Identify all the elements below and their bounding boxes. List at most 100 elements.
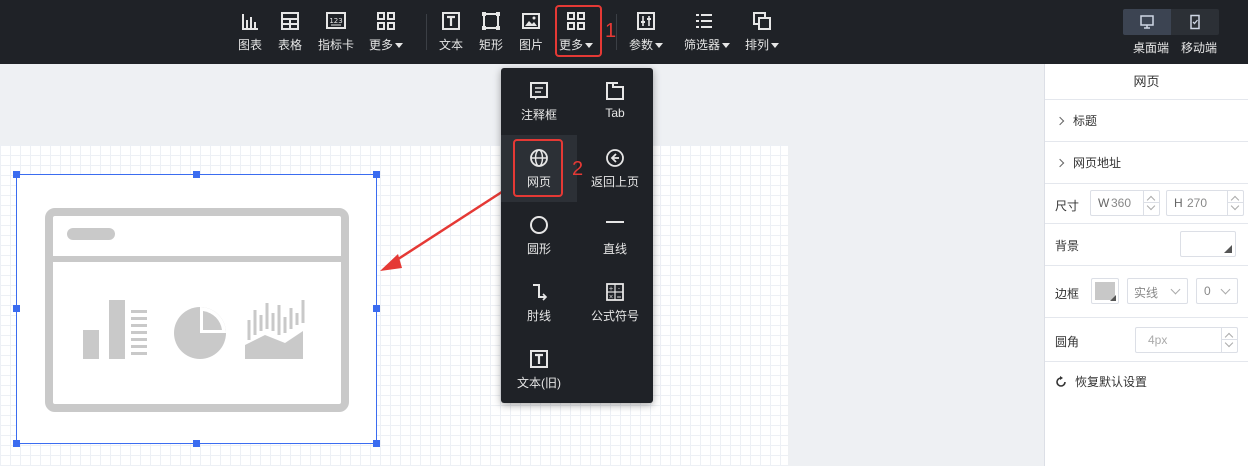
height-stepper[interactable]	[1227, 191, 1244, 215]
border-width-value: 0	[1204, 284, 1211, 298]
webpage-widget[interactable]	[16, 174, 377, 444]
border-color-picker[interactable]	[1091, 278, 1119, 304]
reset-icon	[1056, 376, 1066, 387]
resize-handle[interactable]	[373, 171, 380, 178]
menu-item-text-legacy[interactable]: 文本(旧)	[501, 336, 577, 403]
toolbar-metric-card-button[interactable]: 123 指标卡	[316, 10, 356, 56]
reset-defaults-button[interactable]: 恢复默认设置	[1055, 373, 1147, 390]
radius-label: 圆角	[1055, 335, 1080, 349]
resize-handle[interactable]	[373, 440, 380, 447]
caret-down-icon	[655, 43, 663, 49]
resize-handle[interactable]	[13, 440, 20, 447]
tab-icon	[606, 82, 624, 100]
radius-stepper[interactable]	[1221, 328, 1238, 352]
menu-item-formula[interactable]: + - × = 公式符号	[577, 269, 653, 336]
metric-card-icon: 123	[326, 12, 346, 29]
radius-input[interactable]: 4px	[1135, 327, 1238, 353]
caret-down-icon	[771, 43, 779, 49]
webpage-placeholder-icon	[45, 208, 349, 412]
menu-item-annotation[interactable]: 注释框	[501, 68, 577, 135]
toolbar-params-button[interactable]: 参数	[626, 10, 666, 56]
menu-item-text-legacy-label: 文本(旧)	[517, 376, 561, 390]
menu-item-tab[interactable]: Tab	[577, 68, 653, 135]
svg-text:-: -	[618, 286, 620, 293]
background-color-picker[interactable]	[1180, 231, 1236, 257]
annotation-icon	[530, 82, 548, 100]
circle-icon	[530, 216, 548, 234]
height-prefix: H	[1174, 196, 1183, 210]
menu-item-back-label: 返回上页	[590, 175, 639, 189]
toolbar-chart-label: 图表	[237, 38, 262, 52]
section-title-label: 标题	[1073, 114, 1098, 128]
grid-icon	[377, 12, 395, 30]
back-icon	[606, 149, 624, 167]
stepper-down-icon	[1230, 201, 1240, 211]
desktop-mode-label: 桌面端	[1133, 41, 1170, 55]
annotation-step-1: 1	[605, 20, 617, 42]
toolbar-text-label: 文本	[438, 38, 463, 52]
section-url-label: 网页地址	[1073, 156, 1122, 170]
chevron-down-icon	[1170, 284, 1181, 295]
height-input[interactable]: H 270	[1166, 190, 1244, 216]
section-title[interactable]: 标题	[1045, 100, 1248, 142]
menu-item-elbow-line[interactable]: 肘线	[501, 269, 577, 336]
mobile-mode-label: 移动端	[1181, 41, 1218, 55]
background-label: 背景	[1055, 239, 1080, 253]
menu-item-circle[interactable]: 圆形	[501, 202, 577, 269]
toolbar-params-label: 参数	[628, 38, 653, 52]
top-toolbar: 图表 表格 123 指标卡 更多 文本 矩形 图片 更多 1 参数 筛选器 排列…	[0, 0, 1248, 64]
toolbar-table-button[interactable]: 表格	[270, 10, 310, 56]
size-label: 尺寸	[1055, 199, 1080, 213]
border-width-select[interactable]: 0	[1196, 278, 1238, 304]
mobile-icon	[1190, 14, 1200, 30]
reset-defaults-label: 恢复默认设置	[1075, 375, 1148, 389]
chevron-right-icon	[1055, 116, 1065, 126]
size-row: 尺寸 W 360 H 270	[1045, 184, 1248, 224]
resize-handle[interactable]	[13, 305, 20, 312]
svg-text:123: 123	[329, 17, 342, 25]
image-icon	[522, 13, 540, 29]
resize-handle[interactable]	[193, 171, 200, 178]
text-icon	[530, 350, 548, 368]
width-input[interactable]: W 360	[1090, 190, 1160, 216]
toolbar-more-label-1: 更多	[368, 38, 393, 52]
toolbar-arrange-button[interactable]: 排列	[742, 10, 782, 56]
radius-row: 圆角 4px	[1045, 318, 1248, 362]
border-style-select[interactable]: 实线	[1127, 278, 1188, 304]
toolbar-more-button-1[interactable]: 更多	[366, 10, 406, 56]
toolbar-chart-button[interactable]: 图表	[230, 10, 270, 56]
stepper-down-icon	[1146, 201, 1156, 211]
menu-item-elbow-line-label: 肘线	[526, 309, 551, 323]
section-url[interactable]: 网页地址	[1045, 142, 1248, 184]
toolbar-table-label: 表格	[277, 38, 302, 52]
toolbar-divider	[616, 14, 617, 50]
sliders-icon	[637, 12, 655, 30]
toolbar-image-label: 图片	[518, 38, 543, 52]
picker-corner-icon	[1224, 245, 1232, 253]
resize-handle[interactable]	[13, 171, 20, 178]
device-switch	[1123, 9, 1219, 35]
svg-text:×: ×	[608, 294, 613, 301]
toolbar-filter-label: 筛选器	[684, 38, 721, 52]
toolbar-rectangle-button[interactable]: 矩形	[471, 10, 511, 56]
width-stepper[interactable]	[1143, 191, 1160, 215]
rectangle-icon	[482, 12, 500, 30]
toolbar-text-button[interactable]: 文本	[431, 10, 471, 56]
toolbar-image-button[interactable]: 图片	[511, 10, 551, 56]
caret-down-icon	[722, 43, 731, 49]
menu-item-line[interactable]: 直线	[577, 202, 653, 269]
menu-item-back[interactable]: 返回上页	[577, 135, 653, 202]
height-value: 270	[1187, 196, 1208, 210]
toolbar-metric-card-label: 指标卡	[317, 38, 354, 52]
bar-chart-icon	[242, 14, 258, 30]
toolbar-filter-button[interactable]: 筛选器	[684, 10, 731, 56]
desktop-mode-button[interactable]	[1123, 9, 1171, 35]
background-row: 背景	[1045, 224, 1248, 266]
menu-item-annotation-label: 注释框	[520, 108, 557, 122]
resize-handle[interactable]	[373, 305, 380, 312]
caret-down-icon	[395, 43, 403, 49]
svg-text:=: =	[616, 294, 621, 301]
toolbar-rectangle-label: 矩形	[478, 38, 503, 52]
mobile-mode-button[interactable]	[1171, 9, 1219, 35]
resize-handle[interactable]	[193, 440, 200, 447]
